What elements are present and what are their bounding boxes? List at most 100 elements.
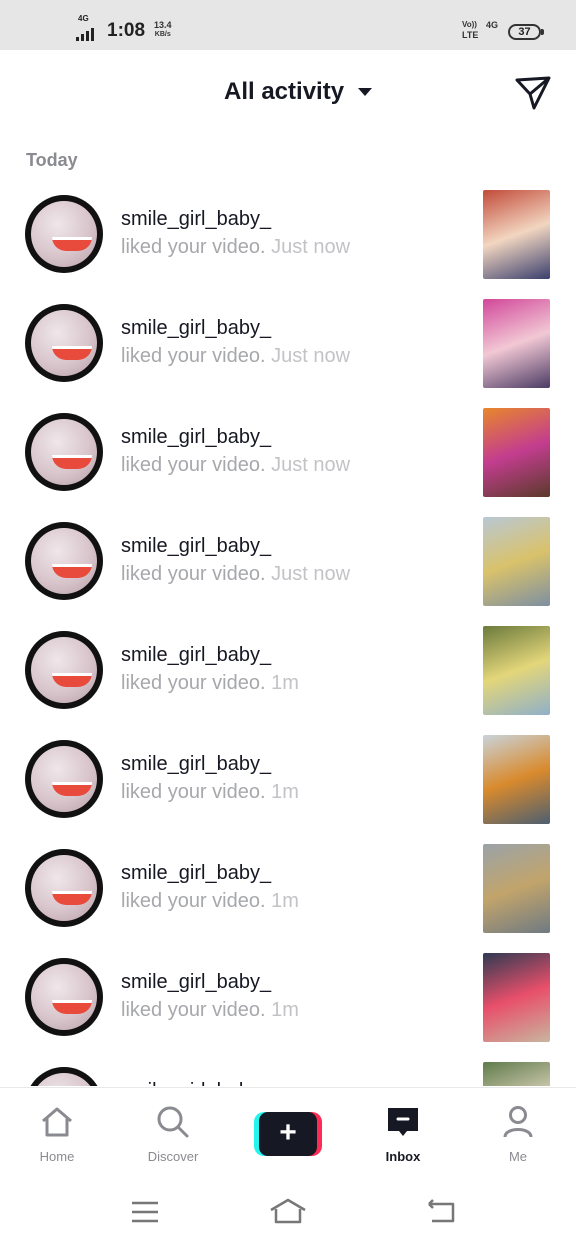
menu-icon[interactable] <box>125 1196 165 1228</box>
username[interactable]: smile_girl_baby_ <box>121 535 271 558</box>
list-item[interactable]: smile_girl_baby_liked your video. Just n… <box>0 398 576 507</box>
create-video-button[interactable]: + <box>254 1112 322 1156</box>
avatar-face <box>31 746 97 812</box>
username[interactable]: smile_girl_baby_ <box>121 317 271 340</box>
list-item[interactable]: smile_girl_baby_liked your video. 1m <box>0 725 576 834</box>
activity-title: All activity <box>224 78 345 105</box>
nav-home-label: Home <box>39 1149 75 1164</box>
video-thumbnail[interactable] <box>483 626 550 715</box>
activity-text: liked your video. Just now <box>121 345 350 368</box>
avatar[interactable] <box>25 958 103 1036</box>
home-icon <box>42 1107 72 1137</box>
activity-action: liked your video. <box>121 563 266 585</box>
network-type: 4G <box>486 20 499 30</box>
activity-text: liked your video. Just now <box>121 563 350 586</box>
section-label-today: Today <box>26 150 78 170</box>
username[interactable]: smile_girl_baby_ <box>121 971 271 994</box>
notification-list[interactable]: smile_girl_baby_ liked your video. Just n… <box>0 180 576 1086</box>
paper-plane-icon[interactable] <box>514 74 552 112</box>
activity-text: liked your video. 1m <box>121 890 299 913</box>
activity-action: liked your video. <box>121 781 266 803</box>
avatar[interactable] <box>25 1067 103 1086</box>
username[interactable]: smile_girl_baby_ <box>121 753 271 776</box>
list-item[interactable]: smile_girl_baby_liked your video. 1m <box>0 616 576 725</box>
video-thumbnail[interactable] <box>483 408 550 497</box>
avatar[interactable] <box>25 304 103 382</box>
activity-time: 1m <box>271 890 299 912</box>
avatar[interactable] <box>25 631 103 709</box>
activity-time: Just now <box>271 236 351 258</box>
caret-down-icon <box>358 88 373 96</box>
status-bar: 4G 1:08 13.4 KB/s Vo)) LTE 4G 37 <box>0 0 576 50</box>
activity-time: 1m <box>271 672 299 694</box>
nav-me-label: Me <box>508 1149 528 1164</box>
video-thumbnail[interactable] <box>483 190 550 279</box>
activity-text: liked your video. 1m <box>121 999 299 1022</box>
activity-time: Just now <box>271 454 351 476</box>
network-speed: 13.4 KB/s <box>154 20 172 38</box>
avatar-face <box>31 201 97 267</box>
nav-home[interactable]: Home <box>9 1088 105 1179</box>
list-item[interactable]: smile_girl_baby_liked your video. 1m <box>0 943 576 1052</box>
list-item[interactable]: smile_girl_baby_liked your video. Just n… <box>0 180 576 289</box>
username[interactable]: smile_girl_baby_ <box>121 208 271 231</box>
activity-filter-dropdown[interactable]: All activity <box>224 78 373 106</box>
activity-text: liked your video. Just now <box>121 236 350 259</box>
network-type-small: 4G <box>78 14 89 23</box>
list-item[interactable]: smile_girl_baby_liked your video. 1m <box>0 834 576 943</box>
home-outline-icon[interactable] <box>268 1196 308 1228</box>
list-item[interactable]: smile_girl_baby_liked your video. Just n… <box>0 289 576 398</box>
avatar[interactable] <box>25 195 103 273</box>
avatar-face <box>31 1073 97 1086</box>
activity-text: liked your video. 1m <box>121 781 299 804</box>
plus-icon: + <box>259 1112 317 1156</box>
activity-text: liked your video. 1m <box>121 672 299 695</box>
nav-inbox-label: Inbox <box>385 1149 421 1164</box>
video-thumbnail[interactable] <box>483 299 550 388</box>
activity-time: Just now <box>271 563 351 585</box>
video-thumbnail[interactable] <box>483 517 550 606</box>
nav-inbox[interactable]: Inbox <box>355 1088 451 1179</box>
person-icon <box>503 1106 533 1138</box>
username[interactable]: smile_girl_baby_ <box>121 862 271 885</box>
avatar-face <box>31 964 97 1030</box>
list-item[interactable]: smile_girl_baby_liked your video. Just n… <box>0 507 576 616</box>
activity-action: liked your video. <box>121 345 266 367</box>
clock: 1:08 <box>107 20 146 41</box>
nav-me[interactable]: Me <box>470 1088 566 1179</box>
video-thumbnail[interactable] <box>483 844 550 933</box>
avatar-face <box>31 855 97 921</box>
back-icon[interactable] <box>420 1196 460 1228</box>
activity-action: liked your video. <box>121 454 266 476</box>
volte-indicator: Vo)) LTE <box>462 20 479 40</box>
list-item[interactable]: smile_girl_baby_liked your video. 1m <box>0 1052 576 1086</box>
activity-header: All activity <box>0 50 576 138</box>
search-icon <box>157 1106 189 1138</box>
video-thumbnail[interactable] <box>483 953 550 1042</box>
avatar[interactable] <box>25 740 103 818</box>
activity-action: liked your video. <box>121 236 266 258</box>
video-thumbnail[interactable] <box>483 735 550 824</box>
username[interactable]: smile_girl_baby_ <box>121 1080 271 1086</box>
nav-discover-label: Discover <box>147 1149 199 1164</box>
system-nav-bar <box>0 1178 576 1248</box>
inbox-icon <box>388 1108 418 1136</box>
avatar[interactable] <box>25 522 103 600</box>
battery-icon: 37 <box>508 24 544 40</box>
avatar-face <box>31 419 97 485</box>
avatar-face <box>31 310 97 376</box>
avatar[interactable] <box>25 849 103 927</box>
video-thumbnail[interactable] <box>483 1062 550 1086</box>
username[interactable]: smile_girl_baby_ <box>121 644 271 667</box>
avatar-face <box>31 637 97 703</box>
activity-action: liked your video. <box>121 890 266 912</box>
activity-time: 1m <box>271 781 299 803</box>
username[interactable]: smile_girl_baby_ <box>121 426 271 449</box>
nav-discover[interactable]: Discover <box>125 1088 221 1179</box>
avatar[interactable] <box>25 413 103 491</box>
activity-time: Just now <box>271 345 351 367</box>
activity-time: 1m <box>271 999 299 1021</box>
avatar-face <box>31 528 97 594</box>
bottom-nav: Home Discover + Inbox Me <box>0 1087 576 1178</box>
activity-action: liked your video. <box>121 999 266 1021</box>
